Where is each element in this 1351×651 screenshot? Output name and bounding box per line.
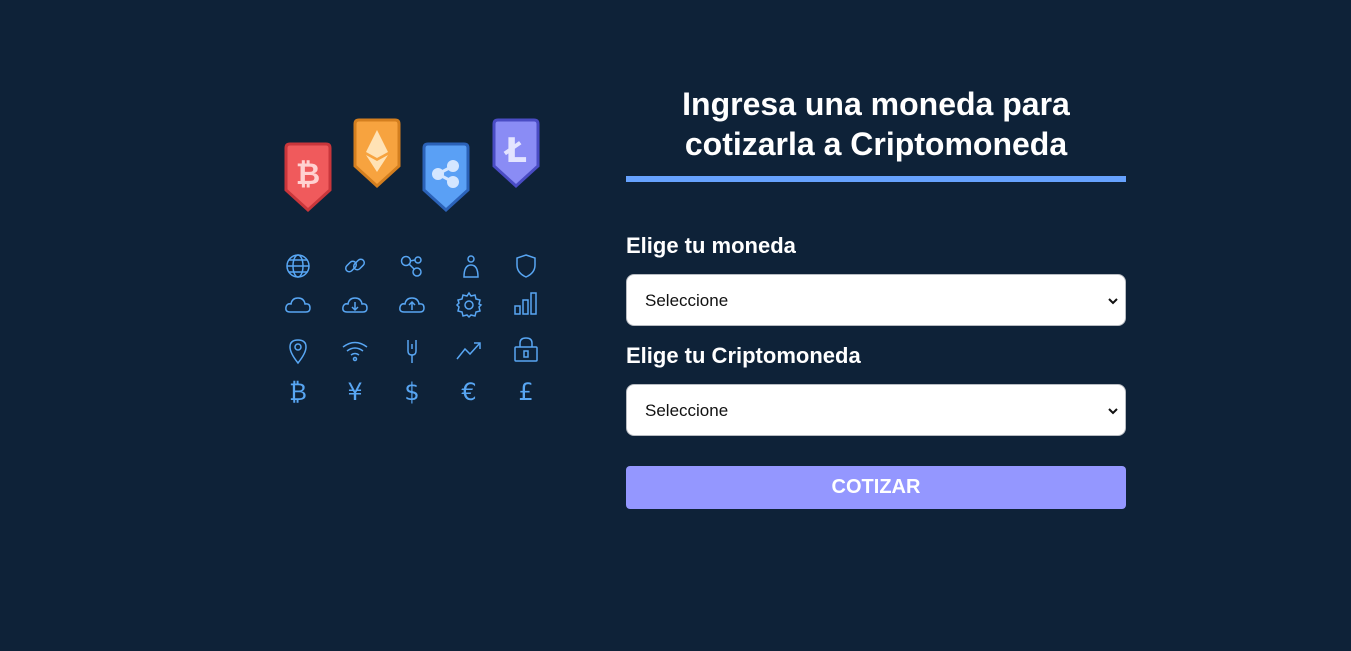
euro-icon: € [461,378,477,406]
currency-label: Elige tu moneda [626,233,796,258]
chevron-down-icon [1108,298,1118,305]
trend-up-icon [454,336,484,366]
dollar-icon: $ [404,378,420,406]
bitcoin-icon: ₿ [284,142,332,213]
ripple-icon [422,142,470,213]
crypto-badges: ₿ Ł [276,114,548,224]
svg-text:Ł: Ł [503,131,527,171]
svg-text:₿: ₿ [296,157,320,192]
wifi-icon [340,336,370,366]
crypto-select-value: Seleccione [645,401,729,420]
fork-icon [397,336,427,366]
chevron-down-icon [1108,408,1118,415]
crypto-label: Elige tu Criptomoneda [626,343,861,368]
yen-icon: ¥ [347,378,363,406]
litecoin-icon: Ł [492,118,540,189]
currency-select[interactable]: Seleccione [626,274,1126,326]
gear-icon [454,290,484,320]
cloud-icon [283,290,313,320]
ethereum-icon [353,118,401,189]
cotizar-button[interactable]: COTIZAR [626,466,1126,509]
person-icon [456,251,486,281]
bitcoin-glyph-icon: ₿ [289,378,307,406]
currency-select-value: Seleccione [645,291,729,310]
cloud-upload-icon [397,290,427,320]
location-pin-icon [283,336,313,366]
nodes-icon [397,251,427,281]
quote-form: Ingresa una moneda para cotizarla a Crip… [626,84,1126,509]
crypto-illustration: ₿ Ł ₿ ¥ $ € £ [276,114,548,414]
crypto-select[interactable]: Seleccione [626,384,1126,436]
pound-icon: £ [518,378,534,406]
link-icon [340,251,370,281]
cloud-download-icon [340,290,370,320]
globe-icon [283,251,313,281]
bar-chart-icon [511,288,541,318]
page-title: Ingresa una moneda para cotizarla a Crip… [626,84,1126,182]
lock-icon [511,334,541,364]
shield-icon [511,251,541,281]
